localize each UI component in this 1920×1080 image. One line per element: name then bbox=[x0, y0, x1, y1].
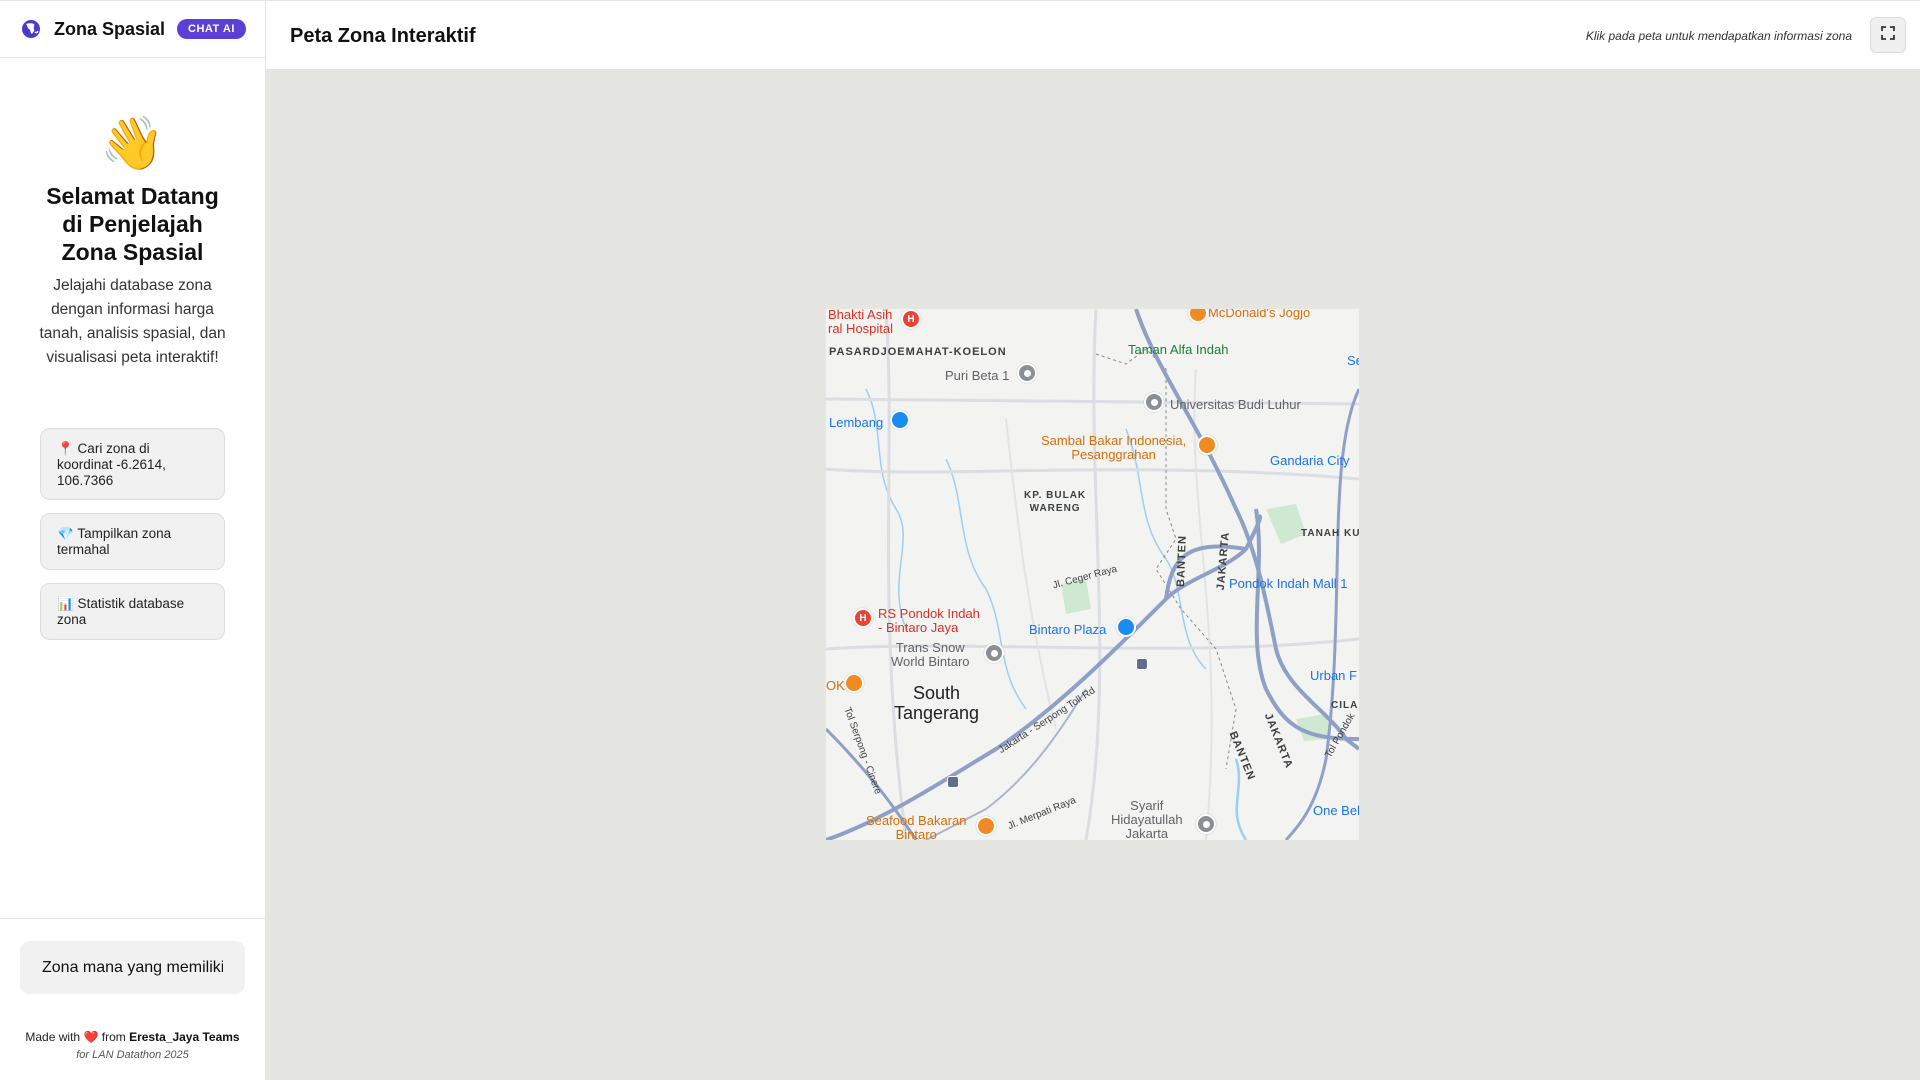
footer-from: from bbox=[101, 1030, 126, 1044]
map-main: Peta Zona Interaktif Klik pada peta untu… bbox=[266, 0, 1920, 1080]
map-label-puri[interactable]: Puri Beta 1 bbox=[945, 369, 1009, 383]
footer-credit: Made with ❤️ from Eresta_Jaya Teams bbox=[0, 1030, 265, 1044]
map-label-kp-bulak: KP. BULAK WARENG bbox=[1024, 490, 1087, 514]
suggestion-statistics[interactable]: 📊 Statistik database zona bbox=[40, 583, 225, 640]
chat-input[interactable] bbox=[20, 941, 245, 994]
map-label-rs-pondok[interactable]: RS Pondok Indah - Bintaro Jaya bbox=[878, 607, 980, 635]
map-hint: Klik pada peta untuk mendapatkan informa… bbox=[1585, 29, 1852, 43]
map-label-sambal[interactable]: Sambal Bakar Indonesia, Pesanggrahan bbox=[1041, 434, 1186, 462]
app-root: Zona Spasial CHAT AI 👋 Selamat Datang di… bbox=[0, 0, 1920, 1080]
hospital-pin-icon[interactable]: H bbox=[853, 608, 873, 628]
globe-icon bbox=[20, 18, 42, 40]
map-label-pondok[interactable]: Pondok Indah Mall 1 bbox=[1229, 577, 1348, 591]
sidebar-divider bbox=[0, 918, 265, 919]
footer-subtitle: for LAN Datathon 2025 bbox=[76, 1049, 189, 1061]
restaurant-pin-icon[interactable] bbox=[1197, 435, 1217, 455]
map-label-se[interactable]: Se bbox=[1347, 354, 1359, 368]
map-label-syarif[interactable]: Syarif Hidayatullah Jakarta bbox=[1111, 799, 1183, 841]
sidebar-header: Zona Spasial CHAT AI bbox=[0, 0, 265, 58]
map-label-taman[interactable]: Taman Alfa Indah bbox=[1128, 343, 1228, 357]
footer-team: Eresta_Jaya Teams bbox=[129, 1030, 240, 1044]
fullscreen-icon bbox=[1881, 25, 1895, 45]
hospital-pin-icon[interactable]: H bbox=[901, 309, 921, 329]
school-pin-icon[interactable] bbox=[1196, 814, 1216, 834]
chat-ai-badge: CHAT AI bbox=[177, 19, 246, 39]
suggestion-search-coordinate[interactable]: 📍 Cari zona di koordinat -6.2614, 106.73… bbox=[40, 428, 225, 500]
heart-icon: ❤️ bbox=[83, 1030, 99, 1044]
map-label-bintaro-plaza[interactable]: Bintaro Plaza bbox=[1029, 623, 1106, 637]
footer-made: Made with bbox=[25, 1030, 81, 1044]
map-title: Peta Zona Interaktif bbox=[290, 25, 476, 47]
map-label-gandaria[interactable]: Gandaria City bbox=[1270, 454, 1349, 468]
school-pin-icon[interactable] bbox=[1144, 392, 1164, 412]
map-label-lembang[interactable]: Lembang bbox=[829, 416, 883, 430]
shopping-pin-icon[interactable] bbox=[1116, 617, 1136, 637]
map-label-ubl[interactable]: Universitas Budi Luhur bbox=[1170, 398, 1301, 412]
map-label-trans-snow[interactable]: Trans Snow World Bintaro bbox=[891, 641, 970, 669]
welcome-description: Jelajahi database zona dengan informasi … bbox=[39, 277, 226, 366]
map-label-area-pasar: PASARDJOEMAHAT-KOELON bbox=[829, 346, 1007, 358]
map-label-mcd[interactable]: McDonald's Jogjo bbox=[1208, 309, 1310, 320]
map-canvas[interactable]: Bhakti Asih ral Hospital H McDonald's Jo… bbox=[266, 70, 1920, 1080]
suggestion-most-expensive[interactable]: 💎 Tampilkan zona termahal bbox=[40, 513, 225, 570]
restaurant-pin-icon[interactable] bbox=[844, 673, 864, 693]
place-pin-icon[interactable] bbox=[1017, 363, 1037, 383]
restaurant-pin-icon[interactable] bbox=[976, 816, 996, 836]
map-label-tanah: TANAH KU bbox=[1301, 528, 1359, 539]
welcome-title: Selamat Datang di Penjelajah Zona Spasia… bbox=[46, 183, 219, 265]
train-station-icon[interactable] bbox=[1136, 658, 1148, 670]
map-label-cila: CILA bbox=[1331, 700, 1359, 711]
place-pin-icon[interactable] bbox=[984, 643, 1004, 663]
map-label-urban[interactable]: Urban F bbox=[1310, 669, 1357, 683]
fullscreen-button[interactable] bbox=[1870, 17, 1906, 53]
map-label-south-tangerang: South Tangerang bbox=[894, 683, 980, 723]
welcome-panel: 👋 Selamat Datang di Penjelajah Zona Spas… bbox=[0, 58, 265, 370]
map-label-seafood[interactable]: Seafood Bakaran Bintaro bbox=[866, 814, 966, 841]
map-header: Peta Zona Interaktif Klik pada peta untu… bbox=[266, 0, 1920, 70]
wave-emoji: 👋 bbox=[100, 115, 165, 173]
train-station-icon[interactable] bbox=[947, 776, 959, 788]
app-brand: Zona Spasial bbox=[54, 18, 166, 39]
chat-sidebar: Zona Spasial CHAT AI 👋 Selamat Datang di… bbox=[0, 0, 266, 1080]
map-label-one-bel[interactable]: One Bel bbox=[1313, 804, 1359, 818]
map-tile[interactable]: Bhakti Asih ral Hospital H McDonald's Jo… bbox=[826, 309, 1359, 840]
map-label-ok[interactable]: OK bbox=[826, 679, 845, 693]
shopping-pin-icon[interactable] bbox=[890, 410, 910, 430]
map-label-hospital-top[interactable]: Bhakti Asih ral Hospital bbox=[828, 309, 893, 336]
map-label-banten-1: BANTEN bbox=[1175, 534, 1189, 588]
